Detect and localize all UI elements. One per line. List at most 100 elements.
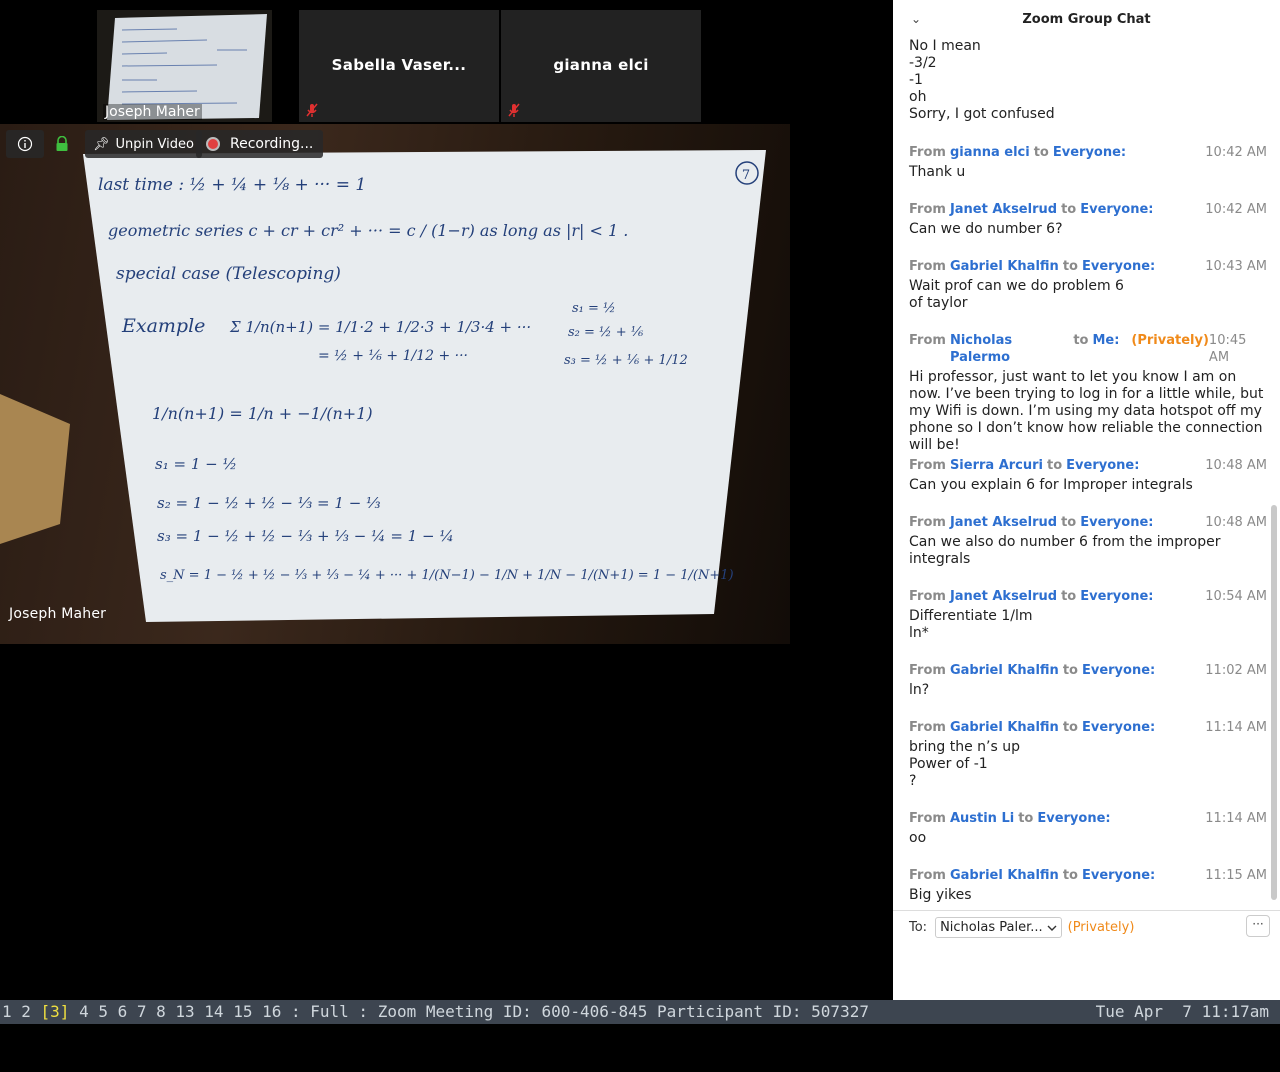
chat-message-body: ln? — [909, 682, 1267, 699]
recipient-name: Everyone: — [1066, 458, 1140, 473]
unpin-video-button[interactable]: 📌︎ Unpin Video — [85, 130, 202, 158]
chat-message-header: From Gabriel Khalfin to Everyone: 11:15 … — [909, 867, 1267, 884]
chat-divider — [893, 910, 1280, 911]
chat-message-line: bring the n’s up — [909, 739, 1020, 755]
chat-message-body: Thank u — [909, 164, 1267, 181]
recording-label: Recording... — [230, 136, 314, 152]
wb-example: Example — [121, 315, 205, 337]
recipient-name: Me: — [1092, 333, 1120, 348]
sender-name[interactable]: Gabriel Khalfin — [950, 719, 1059, 736]
from-label: From — [909, 811, 946, 826]
chat-message-line: Sorry, I got confused — [909, 106, 1055, 122]
chat-message-body: Differentiate 1/lm ln* — [909, 608, 1267, 642]
chat-message-line: ? — [909, 773, 917, 789]
chat-message-line: -1 — [909, 72, 923, 88]
sender-name[interactable]: Janet Akselrud — [950, 201, 1057, 218]
message-time: 10:45 AM — [1208, 333, 1247, 365]
more-options-button[interactable]: ··· — [1246, 915, 1270, 937]
wb-line-special-case: special case (Telescoping) — [116, 264, 341, 284]
chat-message-line: Big yikes — [909, 887, 972, 903]
chat-message-line: oh — [909, 89, 927, 105]
from-label: From — [909, 515, 946, 530]
thumbnail-name-label: Sabella Vaser... — [331, 56, 467, 74]
main-video[interactable]: 7 last time : ½ + ¼ + ⅛ + ··· = 1 geomet… — [0, 124, 790, 644]
meeting-info-button[interactable] — [6, 130, 44, 158]
chat-message-line: ln? — [909, 682, 930, 698]
video-area: Joseph Maher Sabella Vaser... gianna elc… — [0, 0, 893, 1000]
workspaces-before[interactable]: 1 2 — [2, 1002, 41, 1021]
video-thumbnail-sabella[interactable]: Sabella Vaser... — [299, 10, 499, 122]
recipient-name: Everyone: — [1080, 515, 1154, 530]
sender-name[interactable]: Gabriel Khalfin — [950, 662, 1059, 679]
pin-icon: 📌︎ — [93, 136, 110, 152]
chat-panel: ⌄ Zoom Group Chat No I mean -3/2 -1 oh S… — [893, 0, 1280, 1000]
unpin-video-label: Unpin Video — [115, 136, 194, 152]
recipient-name: Everyone: — [1081, 720, 1156, 735]
chevron-down-icon — [1047, 925, 1057, 931]
chat-message: From Gabriel Khalfin to Everyone: 11:14 … — [909, 719, 1267, 790]
recipient-name: Everyone: — [1080, 202, 1154, 217]
sender-name[interactable]: Janet Akselrud — [950, 588, 1057, 605]
sender-name[interactable]: Sierra Arcuri — [950, 457, 1043, 474]
chat-message-line: Can we do number 6? — [909, 221, 1063, 237]
chat-message-line: of taylor — [909, 295, 968, 311]
page-number: 7 — [742, 168, 750, 183]
workspaces-after-and-title[interactable]: 4 5 6 7 8 13 14 15 16 : Full : Zoom Meet… — [69, 1002, 869, 1021]
video-thumbnail-joseph[interactable]: Joseph Maher — [97, 10, 272, 122]
from-label: From — [909, 458, 946, 473]
current-workspace[interactable]: [3] — [41, 1002, 70, 1021]
chat-message: From Sierra Arcuri to Everyone: 10:48 AM… — [909, 457, 1267, 494]
message-time: 10:43 AM — [1205, 259, 1267, 274]
chat-message-body: bring the n’s up Power of -1 ? — [909, 739, 1267, 790]
from-label: From — [909, 202, 946, 217]
chat-message-header: From Gabriel Khalfin to Everyone: 10:43 … — [909, 258, 1267, 275]
chat-message-body: Can you explain 6 for Improper integrals — [909, 477, 1267, 494]
thumbnail-name-label: gianna elci — [553, 56, 649, 74]
to-label: To: — [909, 920, 928, 935]
chat-message-line: -3/2 — [909, 55, 937, 71]
from-label: From — [909, 868, 946, 883]
encryption-indicator[interactable] — [48, 130, 76, 158]
sender-name[interactable]: gianna elci — [950, 144, 1030, 161]
recipient-name: Everyone: — [1081, 868, 1156, 883]
muted-mic-icon — [508, 103, 520, 117]
chat-message: From Gabriel Khalfin to Everyone: 11:15 … — [909, 867, 1267, 904]
recipient-select[interactable]: Nicholas Paler... — [935, 917, 1062, 938]
chat-message-line: ln* — [909, 625, 929, 641]
sender-name[interactable]: Nicholas Palermo — [950, 332, 1069, 366]
sender-name[interactable]: Austin Li — [950, 810, 1014, 827]
sender-name[interactable]: Gabriel Khalfin — [950, 258, 1059, 275]
privately-label: (Privately) — [1067, 920, 1135, 935]
recipient-value: Nicholas Paler... — [940, 920, 1043, 935]
wb-sum2: = ½ + ⅙ + 1/12 + ··· — [318, 348, 468, 364]
wb-ps3: s₃ = 1 − ½ + ½ − ⅓ + ⅓ − ¼ = 1 − ¼ — [157, 527, 454, 545]
thumbnail-name-label: Joseph Maher — [103, 104, 202, 120]
chat-message-body: No I mean -3/2 -1 oh Sorry, I got confus… — [909, 38, 1267, 123]
from-label: From — [909, 663, 946, 678]
recipient-name: Everyone: — [1037, 811, 1111, 826]
recording-indicator[interactable]: Recording... — [196, 130, 324, 158]
message-time: 10:42 AM — [1205, 202, 1267, 217]
chat-message-header: From Gabriel Khalfin to Everyone: 11:02 … — [909, 662, 1267, 679]
chat-message-body: Hi professor, just want to let you know … — [909, 369, 1267, 454]
from-label: From — [909, 333, 946, 348]
chat-title: Zoom Group Chat — [1022, 12, 1151, 27]
video-thumbnail-gianna[interactable]: gianna elci — [501, 10, 701, 122]
chat-message: From Gabriel Khalfin to Everyone: 11:02 … — [909, 662, 1267, 699]
to-word: to — [1073, 333, 1089, 348]
recipient-row: To: Nicholas Paler... (Privately) — [909, 917, 1134, 938]
message-time: 10:48 AM — [1205, 515, 1267, 530]
chat-message-header: From gianna elci to Everyone: 10:42 AM — [909, 144, 1267, 161]
chat-message-line: Power of -1 — [909, 756, 988, 772]
chat-message-line: oo — [909, 830, 927, 846]
recipient-name: Everyone: — [1080, 589, 1154, 604]
chat-scrollbar[interactable] — [1271, 505, 1277, 900]
sender-name[interactable]: Gabriel Khalfin — [950, 867, 1059, 884]
workspace-list[interactable]: 1 2 [3] 4 5 6 7 8 13 14 15 16 : Full : Z… — [2, 1000, 869, 1024]
wb-ps2: s₂ = 1 − ½ + ½ − ⅓ = 1 − ⅓ — [157, 494, 381, 512]
chat-message: From Janet Akselrud to Everyone: 10:48 A… — [909, 514, 1267, 568]
chat-message-body: oo — [909, 830, 1267, 847]
to-word: to — [1062, 663, 1078, 678]
chat-message-list[interactable]: No I mean -3/2 -1 oh Sorry, I got confus… — [893, 38, 1269, 910]
sender-name[interactable]: Janet Akselrud — [950, 514, 1057, 531]
